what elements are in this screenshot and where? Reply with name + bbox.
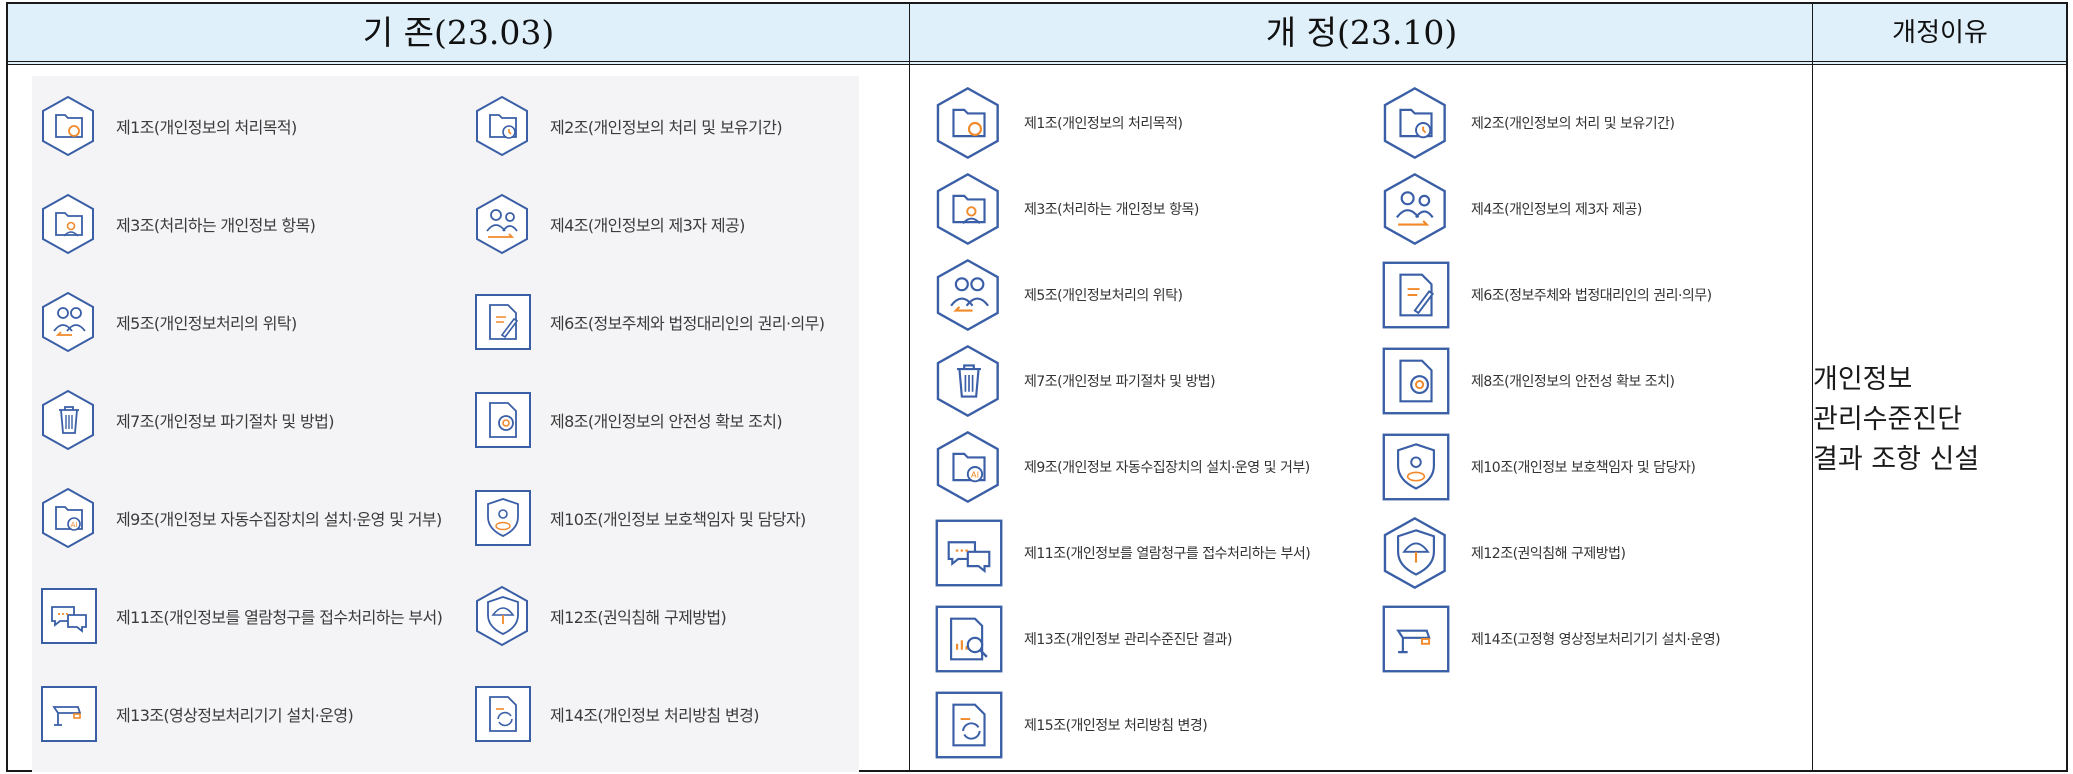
provision-item: 제12조(권익침해 구제방법) <box>1379 516 1626 590</box>
provision-label: 제4조(개인정보의 제3자 제공) <box>550 216 745 235</box>
provision-label: 제14조(개인정보 처리방침 변경) <box>550 706 759 725</box>
folder-clock-icon <box>1383 87 1446 159</box>
provision-item: 제2조(개인정보의 처리 및 보유기간) <box>472 95 783 157</box>
provision-item: 제6조(정보주체와 법정대리인의 권리·의무) <box>1379 258 1712 332</box>
provision-label: 제8조(개인정보의 안전성 확보 조치) <box>1471 374 1675 390</box>
chat-bubbles-icon <box>41 588 97 644</box>
provision-item: 제7조(개인정보 파기절차 및 방법) <box>932 344 1216 418</box>
provision-item: 제15조(개인정보 처리방침 변경) <box>932 688 1208 762</box>
provision-item: 제6조(정보주체와 법정대리인의 권리·의무) <box>472 291 825 353</box>
trash-icon <box>42 389 94 451</box>
revision-reason: 개인정보 관리수준진단 결과 조항 신설 <box>1813 360 2063 480</box>
provision-item: 제1조(개인정보의 처리목적) <box>38 95 297 157</box>
cctv-icon <box>1382 605 1450 673</box>
provision-label: 제11조(개인정보를 열람청구를 접수처리하는 부서) <box>116 608 443 627</box>
provision-label: 제2조(개인정보의 처리 및 보유기간) <box>1471 116 1675 132</box>
folder-gear-icon <box>42 95 94 157</box>
provision-label: 제11조(개인정보를 열람청구를 접수처리하는 부서) <box>1024 546 1311 562</box>
people-return-icon <box>42 291 94 353</box>
provision-label: 제3조(처리하는 개인정보 항목) <box>116 216 316 235</box>
provision-label: 제8조(개인정보의 안전성 확보 조치) <box>550 412 783 431</box>
provision-label: 제7조(개인정보 파기절차 및 방법) <box>1024 374 1216 390</box>
provision-label: 제2조(개인정보의 처리 및 보유기간) <box>550 118 783 137</box>
document-pen-icon <box>475 294 531 350</box>
people-return-icon <box>936 259 999 331</box>
folder-ai-icon: AI <box>42 487 94 549</box>
provision-item: 제5조(개인정보처리의 위탁) <box>38 291 297 353</box>
document-refresh-icon <box>475 686 531 742</box>
provision-label: 제10조(개인정보 보호책임자 및 담당자) <box>1471 460 1696 476</box>
folder-gear-icon <box>936 87 999 159</box>
provision-item: 제10조(개인정보 보호책임자 및 담당자) <box>472 487 806 549</box>
provision-item: 제8조(개인정보의 안전성 확보 조치) <box>472 389 783 451</box>
provision-label: 제6조(정보주체와 법정대리인의 권리·의무) <box>550 314 825 333</box>
cctv-icon <box>41 686 97 742</box>
provision-item: 제2조(개인정보의 처리 및 보유기간) <box>1379 86 1675 160</box>
provision-label: 제14조(고정형 영상정보처리기기 설치·운영) <box>1471 632 1721 648</box>
umbrella-shield-icon <box>476 585 528 647</box>
header-new: 개 정(23.10) <box>1265 13 1458 52</box>
provision-item: 제3조(처리하는 개인정보 항목) <box>932 172 1199 246</box>
chat-bubbles-icon <box>935 519 1003 587</box>
provision-label: 제6조(정보주체와 법정대리인의 권리·의무) <box>1471 288 1712 304</box>
provision-label: 제9조(개인정보 자동수집장치의 설치·운영 및 거부) <box>116 510 442 529</box>
svg-text:AI: AI <box>971 470 979 480</box>
folder-person-icon <box>936 173 999 245</box>
provision-item: 제1조(개인정보의 처리목적) <box>932 86 1183 160</box>
header-old: 기 존(23.03) <box>362 13 555 52</box>
people-transfer-icon <box>476 193 528 255</box>
provision-item: 제14조(개인정보 처리방침 변경) <box>472 683 759 745</box>
provision-item: 제8조(개인정보의 안전성 확보 조치) <box>1379 344 1675 418</box>
document-pen-icon <box>1382 261 1450 329</box>
provision-item: 제7조(개인정보 파기절차 및 방법) <box>38 389 334 451</box>
provision-label: 제13조(개인정보 관리수준진단 결과) <box>1024 632 1232 648</box>
document-gear-icon <box>1382 347 1450 415</box>
provision-item: 제11조(개인정보를 열람청구를 접수처리하는 부서) <box>932 516 1311 590</box>
provision-item: 제4조(개인정보의 제3자 제공) <box>472 193 745 255</box>
provision-item: 제13조(개인정보 관리수준진단 결과) <box>932 602 1232 676</box>
provision-label: 제5조(개인정보처리의 위탁) <box>1024 288 1183 304</box>
provision-label: 제15조(개인정보 처리방침 변경) <box>1024 718 1208 734</box>
column-divider-old-new <box>909 4 910 770</box>
provision-item: 제14조(고정형 영상정보처리기기 설치·운영) <box>1379 602 1721 676</box>
provision-label: 제1조(개인정보의 처리목적) <box>116 118 297 137</box>
people-transfer-icon <box>1383 173 1446 245</box>
provision-label: 제9조(개인정보 자동수집장치의 설치·운영 및 거부) <box>1024 460 1310 476</box>
provision-item: 제11조(개인정보를 열람청구를 접수처리하는 부서) <box>38 585 443 647</box>
provision-label: 제13조(영상정보처리기기 설치·운영) <box>116 706 354 725</box>
cpo-shield-icon <box>475 490 531 546</box>
provision-label: 제10조(개인정보 보호책임자 및 담당자) <box>550 510 806 529</box>
provision-item: 제10조(개인정보 보호책임자 및 담당자) <box>1379 430 1696 504</box>
trash-icon <box>936 345 999 417</box>
document-refresh-icon <box>935 691 1003 759</box>
provision-item: AI 제9조(개인정보 자동수집장치의 설치·운영 및 거부) <box>932 430 1310 504</box>
provision-label: 제1조(개인정보의 처리목적) <box>1024 116 1183 132</box>
report-magnifier-icon <box>935 605 1003 673</box>
header-reason: 개정이유 <box>1892 18 1988 48</box>
provision-item: 제12조(권익침해 구제방법) <box>472 585 727 647</box>
svg-text:AI: AI <box>71 521 78 529</box>
provision-item: 제13조(영상정보처리기기 설치·운영) <box>38 683 354 745</box>
umbrella-shield-icon <box>1383 517 1446 589</box>
reason-line: 관리수준진단 <box>1813 404 1963 435</box>
reason-line: 결과 조항 신설 <box>1813 444 1980 475</box>
folder-ai-icon: AI <box>936 431 999 503</box>
provision-label: 제5조(개인정보처리의 위탁) <box>116 314 297 333</box>
provision-label: 제12조(권익침해 구제방법) <box>550 608 727 627</box>
provision-item: 제3조(처리하는 개인정보 항목) <box>38 193 316 255</box>
provision-item: 제5조(개인정보처리의 위탁) <box>932 258 1183 332</box>
provision-item: AI 제9조(개인정보 자동수집장치의 설치·운영 및 거부) <box>38 487 442 549</box>
document-gear-icon <box>475 392 531 448</box>
folder-clock-icon <box>476 95 528 157</box>
provision-item: 제4조(개인정보의 제3자 제공) <box>1379 172 1642 246</box>
provision-label: 제3조(처리하는 개인정보 항목) <box>1024 202 1199 218</box>
folder-person-icon <box>42 193 94 255</box>
reason-line: 개인정보 <box>1813 364 1913 395</box>
provision-label: 제7조(개인정보 파기절차 및 방법) <box>116 412 334 431</box>
provision-label: 제12조(권익침해 구제방법) <box>1471 546 1626 562</box>
cpo-shield-icon <box>1382 433 1450 501</box>
provision-label: 제4조(개인정보의 제3자 제공) <box>1471 202 1642 218</box>
